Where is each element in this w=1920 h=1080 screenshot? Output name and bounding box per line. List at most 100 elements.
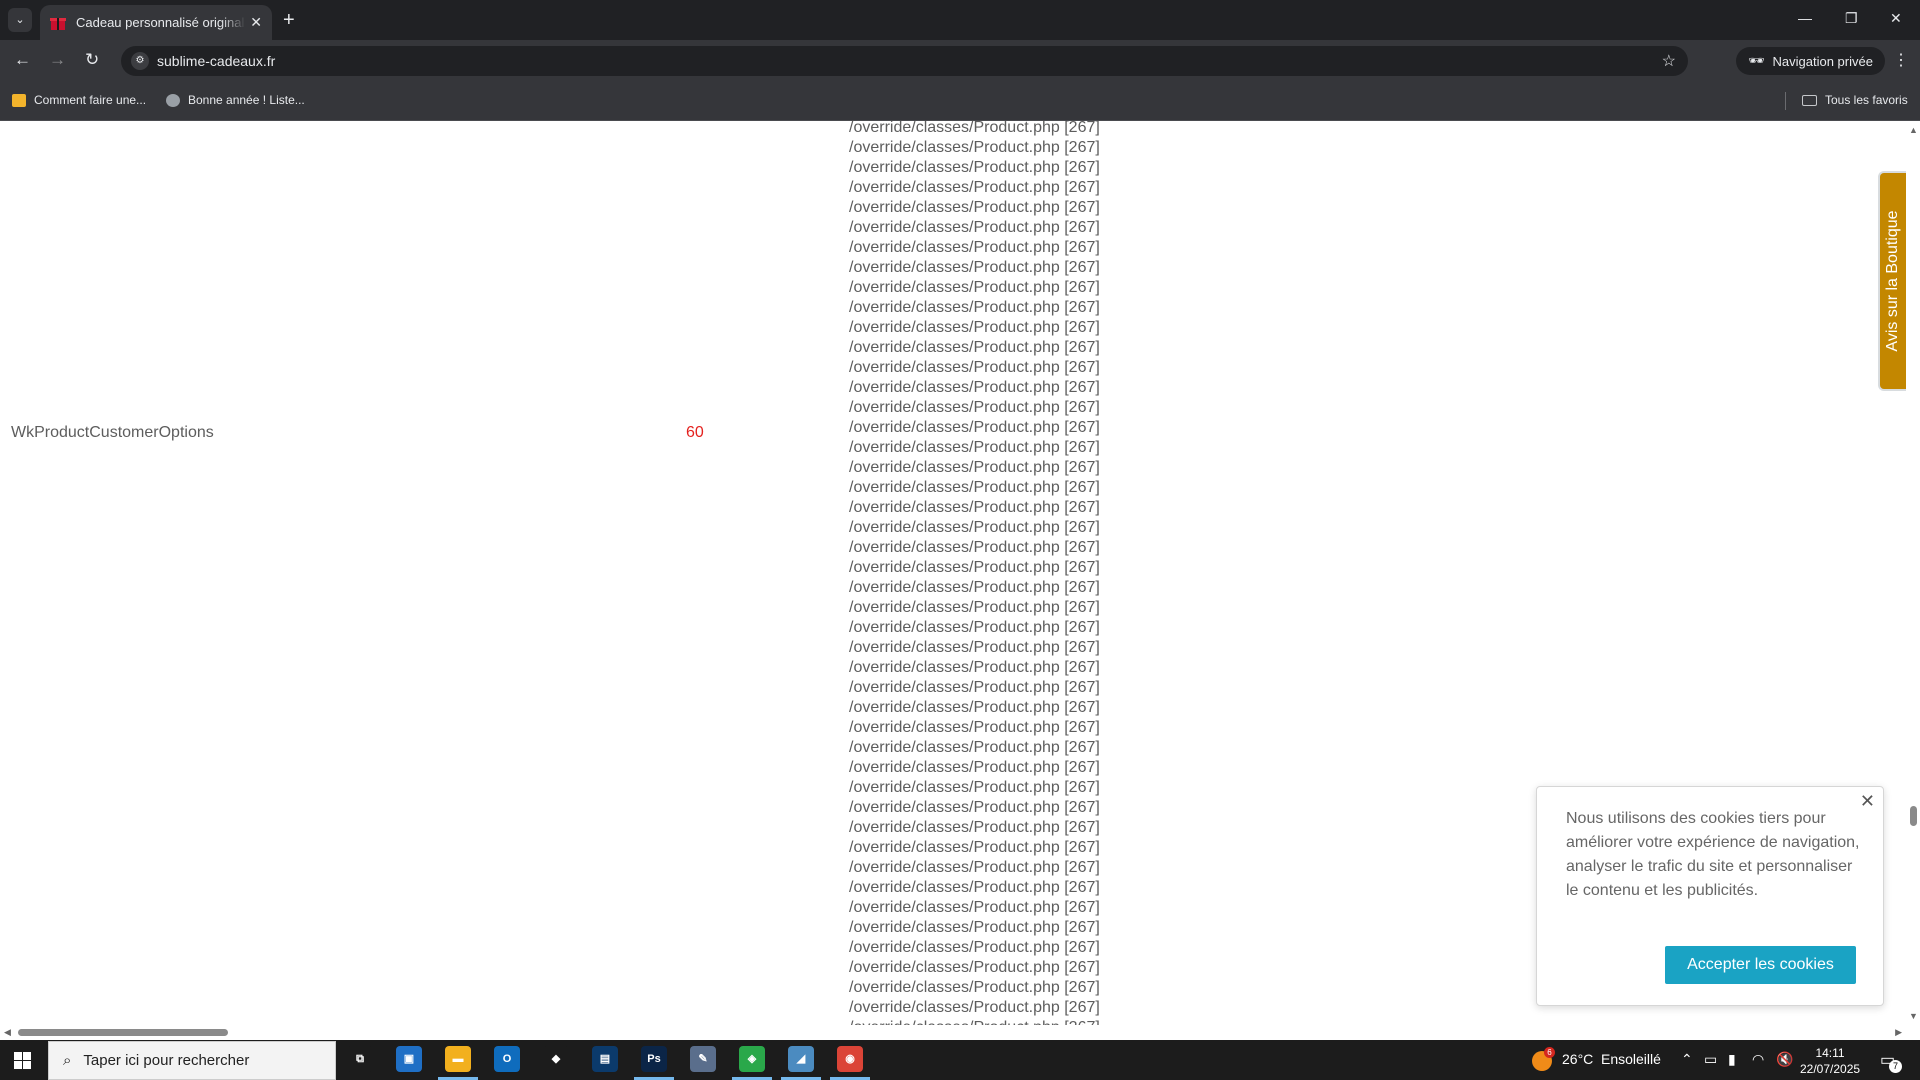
green-app-icon[interactable]: ◈ (739, 1046, 765, 1072)
url-text[interactable]: sublime-cadeaux.fr (157, 53, 275, 69)
override-path-line: /override/classes/Product.php [267] (849, 599, 1100, 616)
task-view-icon[interactable]: ⧉ (347, 1046, 373, 1072)
notebook-icon[interactable]: ▤ (592, 1046, 618, 1072)
all-bookmarks-label: Tous les favoris (1825, 93, 1908, 107)
override-path-line: /override/classes/Product.php [267] (849, 739, 1100, 756)
taskbar-search-input[interactable]: ⌕ Taper ici pour rechercher (48, 1041, 336, 1080)
paint-icon[interactable]: ✎ (690, 1046, 716, 1072)
override-path-line: /override/classes/Product.php [267] (849, 939, 1100, 956)
forward-icon[interactable]: → (49, 50, 66, 70)
vertical-scroll-thumb[interactable] (1910, 806, 1917, 826)
active-tab[interactable]: Cadeau personnalisé original pour ✕ (40, 5, 272, 40)
override-path-line: /override/classes/Product.php [267] (849, 121, 1100, 136)
override-path-line: /override/classes/Product.php [267] (849, 299, 1100, 316)
override-path-line: /override/classes/Product.php [267] (849, 979, 1100, 996)
override-path-line: /override/classes/Product.php [267] (849, 619, 1100, 636)
photoshop-icon[interactable]: Ps (641, 1046, 667, 1072)
bookmark-favicon-icon (166, 93, 180, 107)
override-path-line: /override/classes/Product.php [267] (849, 319, 1100, 336)
meet-icon[interactable]: ▭ (1704, 1051, 1717, 1068)
override-path-line: /override/classes/Product.php [267] (849, 1018, 1149, 1025)
scroll-down-icon[interactable]: ▼ (1909, 1011, 1918, 1021)
override-path-line: /override/classes/Product.php [267] (849, 419, 1100, 436)
tab-strip: ⌄ Cadeau personnalisé original pour ✕ + … (0, 0, 1920, 40)
bookmark-label: Bonne année ! Liste... (188, 93, 305, 107)
override-path-line: /override/classes/Product.php [267] (849, 339, 1100, 356)
scroll-left-icon[interactable]: ◀ (4, 1027, 11, 1038)
notification-count: 7 (1889, 1060, 1902, 1073)
bookmark-star-icon[interactable]: ☆ (1662, 51, 1676, 71)
blue-app-icon[interactable]: ◢ (788, 1046, 814, 1072)
gift-favicon-icon (50, 15, 66, 31)
shop-reviews-tab[interactable]: Avis sur la Boutique (1878, 171, 1906, 391)
menu-icon[interactable]: ⋮ (1893, 50, 1909, 70)
close-window-icon[interactable]: ✕ (1890, 10, 1902, 27)
address-bar[interactable]: ⚙ sublime-cadeaux.fr ☆ (121, 46, 1688, 76)
override-path-line: /override/classes/Product.php [267] (849, 459, 1100, 476)
search-placeholder: Taper ici pour rechercher (83, 1052, 250, 1069)
file-explorer-icon[interactable]: ▬ (445, 1046, 471, 1072)
bookmark-label: Comment faire une... (34, 93, 147, 107)
override-path-line: /override/classes/Product.php [267] (849, 559, 1100, 576)
override-path-list: /override/classes/Product.php [267] /over… (849, 121, 1149, 1025)
override-path-line: /override/classes/Product.php [267] (849, 759, 1100, 776)
weather-temp[interactable]: 26°C (1562, 1051, 1593, 1067)
chevron-up-icon[interactable]: ⌃ (1681, 1051, 1693, 1068)
microsoft-store-icon[interactable]: ▣ (396, 1046, 422, 1072)
tab-search-button[interactable]: ⌄ (8, 8, 32, 32)
incognito-badge[interactable]: 🕶 Navigation privée (1736, 47, 1885, 75)
bookmark-item[interactable]: Comment faire une... (12, 93, 146, 107)
override-path-line: /override/classes/Product.php [267] (849, 539, 1100, 556)
site-info-icon[interactable]: ⚙ (131, 52, 149, 70)
reload-icon[interactable]: ↻ (85, 50, 99, 70)
battery-icon[interactable]: ▮ (1728, 1051, 1736, 1068)
override-path-line: /override/classes/Product.php [267] (849, 699, 1100, 716)
override-path-line: /override/classes/Product.php [267] (849, 919, 1100, 936)
close-icon[interactable]: ✕ (1860, 791, 1875, 812)
bookmark-item[interactable]: Bonne année ! Liste... (166, 93, 305, 107)
incognito-label: Navigation privée (1772, 53, 1873, 69)
search-icon: ⌕ (63, 1052, 72, 1069)
horizontal-scroll-thumb[interactable] (18, 1029, 228, 1036)
override-path-line: /override/classes/Product.php [267] (849, 579, 1100, 596)
folder-icon (1802, 94, 1817, 106)
override-path-line: /override/classes/Product.php [267] (849, 799, 1100, 816)
override-path-line: /override/classes/Product.php [267] (849, 439, 1100, 456)
module-name: WkProductCustomerOptions (11, 424, 214, 441)
override-path-line: /override/classes/Product.php [267] (849, 819, 1100, 836)
windows-start-icon[interactable] (14, 1052, 31, 1069)
scroll-up-icon[interactable]: ▲ (1909, 125, 1918, 135)
override-path-line: /override/classes/Product.php [267] (849, 499, 1100, 516)
override-path-line: /override/classes/Product.php [267] (849, 719, 1100, 736)
tab-title: Cadeau personnalisé original pour (76, 15, 246, 30)
scroll-right-icon[interactable]: ▶ (1895, 1027, 1902, 1038)
windows-taskbar: ⌕ Taper ici pour rechercher ⧉ ▣ ▬ O ◆ ▤ Ps ✎ ◈ ◢ ◉… (0, 1040, 1920, 1080)
override-path-line: /override/classes/Product.php [267] (849, 679, 1100, 696)
override-path-line: /override/classes/Product.php [267] (849, 659, 1100, 676)
taskbar-clock[interactable]: 14:11 22/07/2025 (1800, 1045, 1860, 1077)
cookie-banner: ✕ Nous utilisons des cookies tiers pour … (1536, 786, 1884, 1006)
dropbox-icon[interactable]: ◆ (543, 1046, 569, 1072)
page-viewport: /override/classes/Product.php [267] /over… (0, 121, 1906, 1025)
all-bookmarks-button[interactable]: Tous les favoris (1802, 93, 1908, 107)
chrome-icon[interactable]: ◉ (837, 1046, 863, 1072)
tab-close-icon[interactable]: ✕ (250, 14, 262, 31)
override-path-line: /override/classes/Product.php [267] (849, 199, 1100, 216)
restore-icon[interactable]: ❐ (1845, 10, 1858, 27)
override-path-line: /override/classes/Product.php [267] (849, 779, 1100, 796)
override-path-line: /override/classes/Product.php [267] (849, 379, 1100, 396)
outlook-icon[interactable]: O (494, 1046, 520, 1072)
back-icon[interactable]: ← (14, 50, 31, 70)
network-icon[interactable]: ◠ (1752, 1051, 1764, 1068)
module-count: 60 (686, 424, 704, 441)
vertical-scrollbar[interactable]: ▲ ▼ (1906, 121, 1920, 1025)
override-path-line: /override/classes/Product.php [267] (849, 179, 1100, 196)
weather-condition[interactable]: Ensoleillé (1601, 1051, 1661, 1067)
scrollbar-corner (1906, 1025, 1920, 1040)
new-tab-button[interactable]: + (283, 8, 295, 32)
accept-cookies-button[interactable]: Accepter les cookies (1665, 946, 1856, 984)
volume-muted-icon[interactable]: 🔇 (1776, 1051, 1793, 1068)
minimize-icon[interactable]: — (1798, 10, 1812, 26)
override-path-line: /override/classes/Product.php [267] (849, 159, 1100, 176)
horizontal-scrollbar[interactable]: ◀ ▶ (0, 1025, 1906, 1040)
